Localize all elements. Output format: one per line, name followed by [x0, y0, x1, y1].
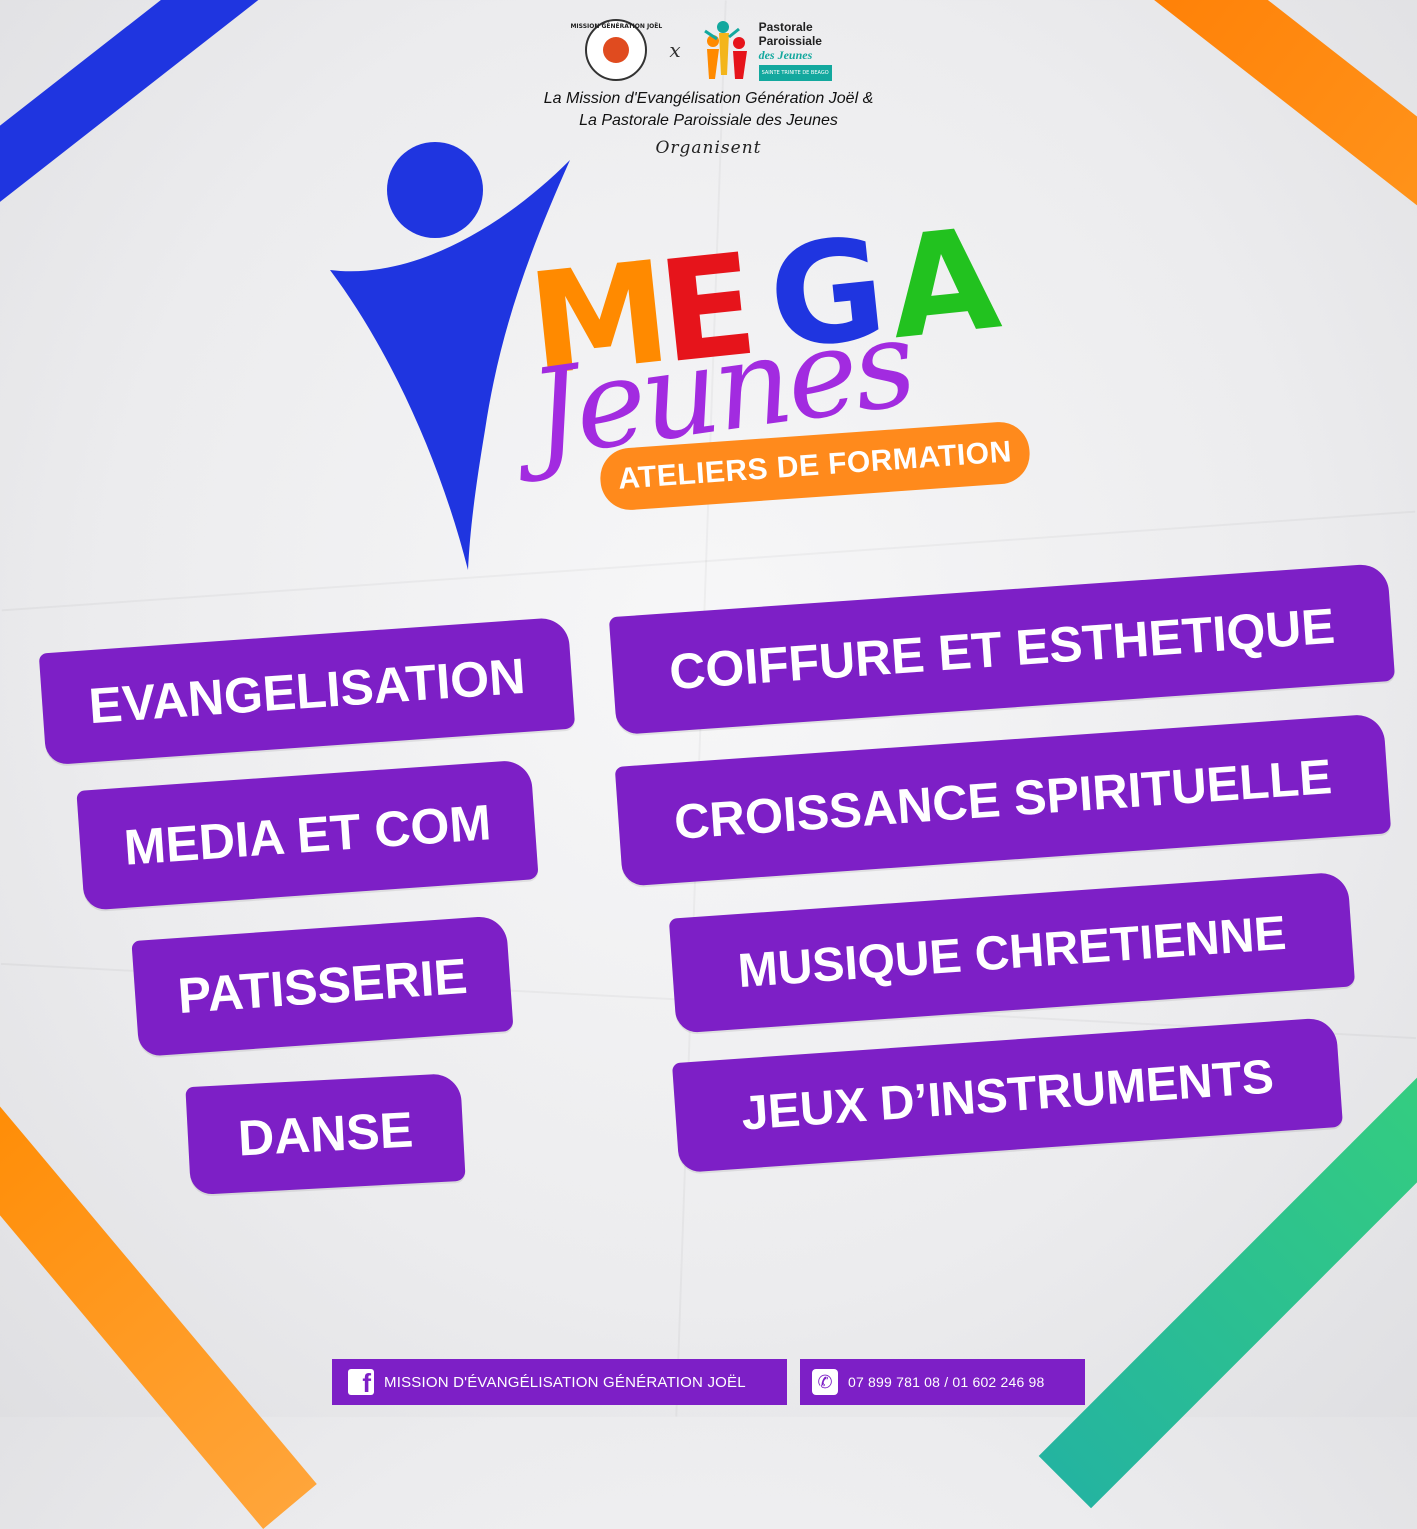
workshop-pill: PATISSERIE — [131, 915, 514, 1057]
facebook-icon: f — [348, 1369, 374, 1395]
phone-icon: ✆ — [812, 1369, 838, 1395]
phone-box[interactable]: ✆ 07 899 781 08 / 01 602 246 98 — [800, 1359, 1085, 1405]
workshop-label: DANSE — [236, 1101, 415, 1167]
workshop-pill: CROISSANCE SPIRITUELLE — [614, 713, 1392, 887]
facebook-label: MISSION D'ÉVANGÉLISATION GÉNÉRATION JOËL — [384, 1373, 746, 1391]
mission-logo-text: MISSION GÉNÉRATION JOËL — [570, 23, 663, 30]
pastorale-logo: Pastorale Paroissiale des Jeunes SAINTE … — [703, 19, 832, 81]
partner-logos: MISSION GÉNÉRATION JOËL x Pastorale Paro… — [0, 12, 1417, 88]
workshop-label: EVANGELISATION — [87, 647, 527, 735]
workshop-pill: MEDIA ET COM — [76, 759, 539, 911]
people-icon — [703, 19, 753, 81]
mission-logo: MISSION GÉNÉRATION JOËL — [570, 19, 662, 81]
pastorale-sub: SAINTE TRINITE DE BEAGO — [758, 64, 832, 81]
workshop-pill: EVANGELISATION — [38, 616, 576, 766]
collaboration-x: x — [669, 38, 681, 62]
workshop-label: COIFFURE ET ESTHETIQUE — [667, 597, 1337, 701]
workshop-label: JEUX D’INSTRUMENTS — [739, 1049, 1276, 1141]
pastorale-line3: des Jeunes — [758, 47, 813, 62]
pastorale-text: Pastorale Paroissiale des Jeunes SAINTE … — [758, 19, 832, 81]
workshop-label: MEDIA ET COM — [122, 794, 493, 876]
workshop-label: MUSIQUE CHRETIENNE — [736, 906, 1288, 999]
workshop-pill: MUSIQUE CHRETIENNE — [668, 871, 1356, 1034]
organizers-line1: La Mission d'Evangélisation Génération J… — [543, 90, 874, 107]
phone-number: 07 899 781 08 / 01 602 246 98 — [848, 1374, 1045, 1390]
mega-jeunes-logo: M E G A Jeunes ATELIERS DE FORMATION — [300, 130, 1060, 600]
workshop-pill: JEUX D’INSTRUMENTS — [671, 1016, 1344, 1174]
pastorale-line1: Pastorale — [758, 19, 813, 34]
workshop-label: PATISSERIE — [175, 947, 470, 1025]
workshop-pill: DANSE — [185, 1072, 466, 1196]
flame-icon — [603, 37, 630, 63]
organizers-line2: La Pastorale Paroissiale des Jeunes — [579, 112, 838, 129]
ateliers-title: ATELIERS DE FORMATION — [617, 435, 1013, 496]
workshop-label: CROISSANCE SPIRITUELLE — [672, 750, 1334, 850]
facebook-box[interactable]: f MISSION D'ÉVANGÉLISATION GÉNÉRATION JO… — [332, 1359, 787, 1405]
pastorale-line2: Paroissiale — [758, 33, 822, 48]
